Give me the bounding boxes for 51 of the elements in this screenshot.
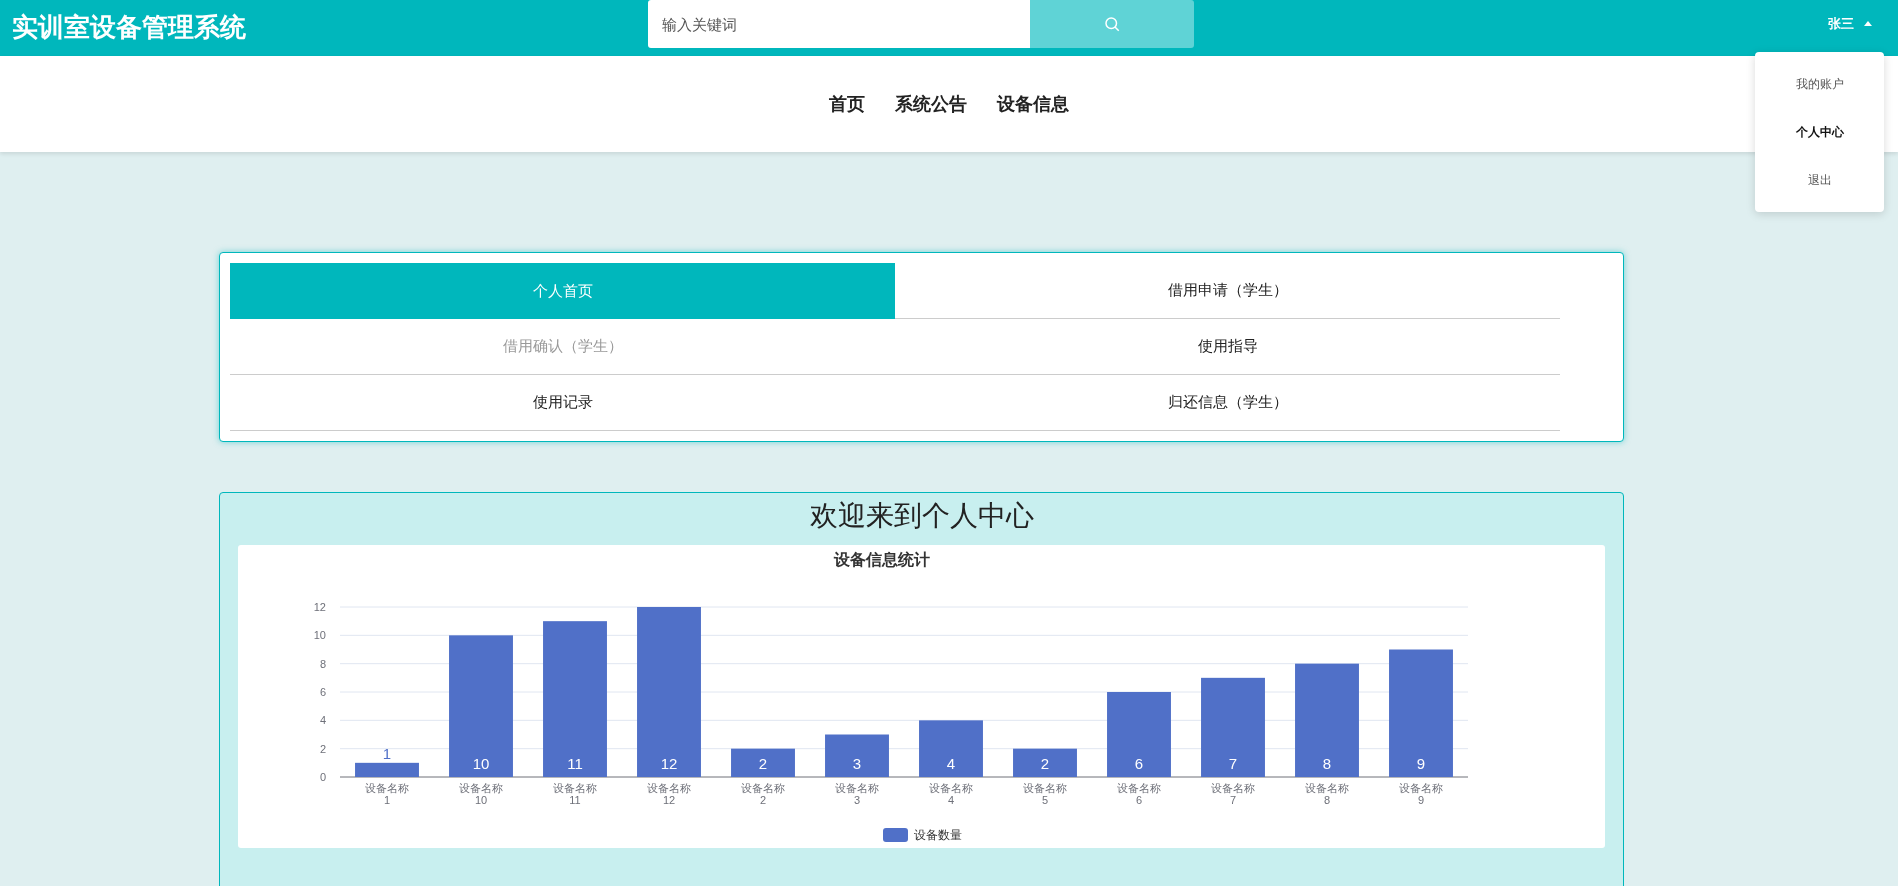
x-tick-label: 设备名称 2 — [741, 782, 785, 806]
x-tick-label: 设备名称 1 — [365, 782, 409, 806]
nav-link[interactable]: 首页 — [829, 90, 865, 118]
x-tick-label: 设备名称 10 — [459, 782, 503, 806]
x-tick-label: 设备名称 7 — [1211, 782, 1255, 806]
dropdown-item[interactable]: 退出 — [1755, 156, 1884, 204]
x-tick-label: 设备名称 3 — [835, 782, 879, 806]
bar — [731, 748, 795, 777]
x-tick-label: 设备名称 12 — [647, 782, 691, 806]
bar-value-label: 2 — [758, 755, 768, 772]
bar-value-label: 2 — [1040, 755, 1050, 772]
bar-value-label: 8 — [1322, 755, 1332, 772]
y-tick-label: 2 — [319, 742, 326, 755]
y-tick-label: 0 — [319, 771, 326, 783]
welcome-heading: 欢迎来到个人中心 — [809, 499, 1034, 533]
search-button[interactable] — [1030, 0, 1194, 48]
dropdown-item[interactable]: 个人中心 — [1755, 108, 1884, 156]
chart-title: 设备信息统计 — [833, 551, 930, 568]
bar-value-label: 6 — [1134, 755, 1144, 772]
bar-value-label: 9 — [1416, 755, 1426, 772]
bar-value-label: 4 — [946, 755, 956, 772]
app-title: 实训室设备管理系统 — [12, 11, 246, 44]
x-tick-label: 设备名称 9 — [1399, 782, 1443, 806]
x-tick-label: 设备名称 4 — [929, 782, 973, 806]
dropdown-item[interactable]: 我的账户 — [1755, 60, 1884, 108]
y-tick-label: 4 — [319, 714, 326, 727]
x-tick-label: 设备名称 5 — [1023, 782, 1067, 806]
bar — [825, 734, 889, 777]
x-tick-label: 设备名称 6 — [1117, 782, 1161, 806]
legend-label: 设备数量 — [914, 828, 962, 842]
bar — [919, 720, 983, 777]
legend-swatch — [883, 828, 908, 842]
bar — [1013, 748, 1077, 777]
bar-value-label: 10 — [472, 755, 490, 772]
search-icon — [1103, 15, 1121, 33]
bar-value-label: 7 — [1228, 755, 1238, 772]
bar-value-label: 3 — [852, 755, 862, 772]
nav-link[interactable]: 系统公告 — [895, 90, 967, 118]
nav-link[interactable]: 设备信息 — [997, 90, 1069, 118]
bar-value-label: 12 — [660, 755, 678, 772]
x-tick-label: 设备名称 8 — [1305, 782, 1349, 806]
caret-icon — [1864, 21, 1872, 27]
bar — [355, 762, 419, 777]
search-field[interactable]: 输入关键词 — [648, 0, 1030, 48]
y-tick-label: 10 — [313, 629, 326, 642]
x-tick-label: 设备名称 11 — [553, 782, 597, 806]
y-tick-label: 8 — [319, 657, 326, 670]
y-tick-label: 6 — [319, 686, 326, 698]
bar-value-label: 1 — [382, 744, 392, 762]
bar-value-label: 11 — [567, 755, 583, 772]
y-tick-label: 12 — [313, 601, 326, 613]
